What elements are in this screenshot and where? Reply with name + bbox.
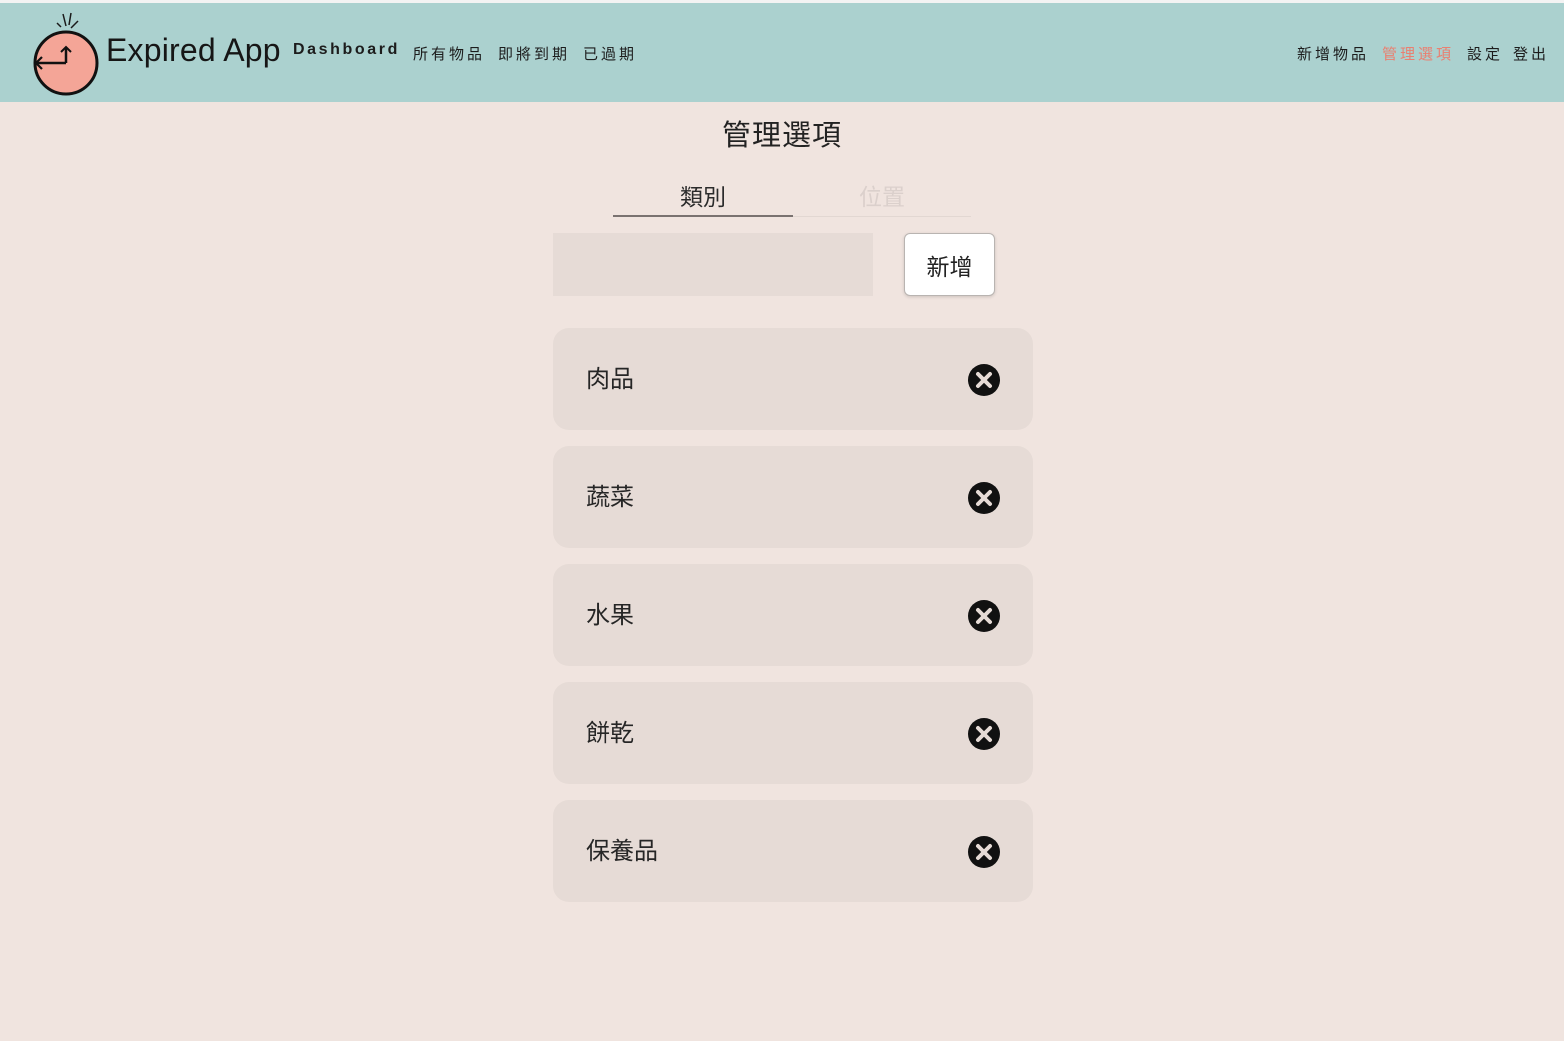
tab-category[interactable]: 類別 xyxy=(613,180,793,217)
nav-manage-options[interactable]: 管理選項 xyxy=(1382,43,1454,64)
list-item: 肉品 xyxy=(553,328,1033,430)
app-brand[interactable]: Expired App xyxy=(106,32,281,69)
new-option-input[interactable] xyxy=(553,233,873,296)
nav-all-items[interactable]: 所有物品 xyxy=(413,43,485,64)
list-item: 餅乾 xyxy=(553,682,1033,784)
nav-expired[interactable]: 已過期 xyxy=(583,43,637,64)
item-label: 蔬菜 xyxy=(586,483,634,511)
list-item: 保養品 xyxy=(553,800,1033,902)
close-circle-icon[interactable] xyxy=(967,599,1001,633)
close-circle-icon[interactable] xyxy=(967,481,1001,515)
nav-expiring-soon[interactable]: 即將到期 xyxy=(498,43,570,64)
nav-add-item[interactable]: 新增物品 xyxy=(1297,43,1369,64)
list-item: 水果 xyxy=(553,564,1033,666)
add-button[interactable]: 新增 xyxy=(904,233,995,296)
clock-icon[interactable] xyxy=(30,10,102,98)
page-title: 管理選項 xyxy=(721,118,842,152)
item-label: 水果 xyxy=(586,601,634,629)
item-label: 保養品 xyxy=(586,837,658,865)
list-item: 蔬菜 xyxy=(553,446,1033,548)
option-list: 肉品 蔬菜 水果 餅乾 保養品 xyxy=(553,328,1033,918)
tab-location[interactable]: 位置 xyxy=(793,180,971,217)
navbar: Expired App Dashboard 所有物品 即將到期 已過期 新增物品… xyxy=(0,3,1564,102)
option-tabs: 類別 位置 xyxy=(613,180,971,217)
item-label: 餅乾 xyxy=(586,719,634,747)
close-circle-icon[interactable] xyxy=(967,717,1001,751)
nav-dashboard[interactable]: Dashboard xyxy=(293,41,400,59)
nav-logout[interactable]: 登出 xyxy=(1513,43,1549,64)
item-label: 肉品 xyxy=(586,365,634,393)
nav-settings[interactable]: 設定 xyxy=(1467,43,1503,64)
close-circle-icon[interactable] xyxy=(967,363,1001,397)
close-circle-icon[interactable] xyxy=(967,835,1001,869)
